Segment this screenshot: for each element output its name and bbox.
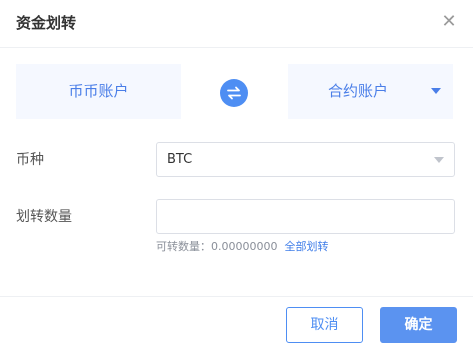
amount-label: 划转数量 [16,209,72,225]
dialog-title: 资金划转 [16,14,77,32]
transfer-all-link[interactable]: 全部划转 [284,240,328,253]
close-icon[interactable]: ✕ [441,13,457,31]
transfer-dialog: 资金划转 ✕ 币币账户 合约账户 币种 BTC 划转数量 可转数量：0.0000… [0,0,473,363]
amount-input[interactable] [156,199,455,234]
available-amount: 可转数量：0.00000000 全部划转 [156,239,328,255]
available-value: 0.00000000 [211,240,278,253]
available-label: 可转数量： [156,240,211,253]
from-account-label: 币币账户 [68,82,129,100]
currency-label: 币种 [16,152,44,168]
confirm-button[interactable]: 确定 [380,307,457,343]
swap-arrows-icon[interactable] [220,79,248,107]
cancel-button[interactable]: 取消 [286,307,363,343]
currency-value: BTC [167,152,193,167]
dialog-header: 资金划转 ✕ [0,0,473,48]
from-account: 币币账户 [16,64,181,119]
dialog-footer: 取消 确定 [0,296,473,363]
chevron-down-icon [431,88,441,94]
to-account-select[interactable]: 合约账户 [288,64,453,119]
chevron-down-icon [434,157,444,163]
currency-select[interactable]: BTC [156,142,455,177]
to-account-label: 合约账户 [327,82,388,100]
